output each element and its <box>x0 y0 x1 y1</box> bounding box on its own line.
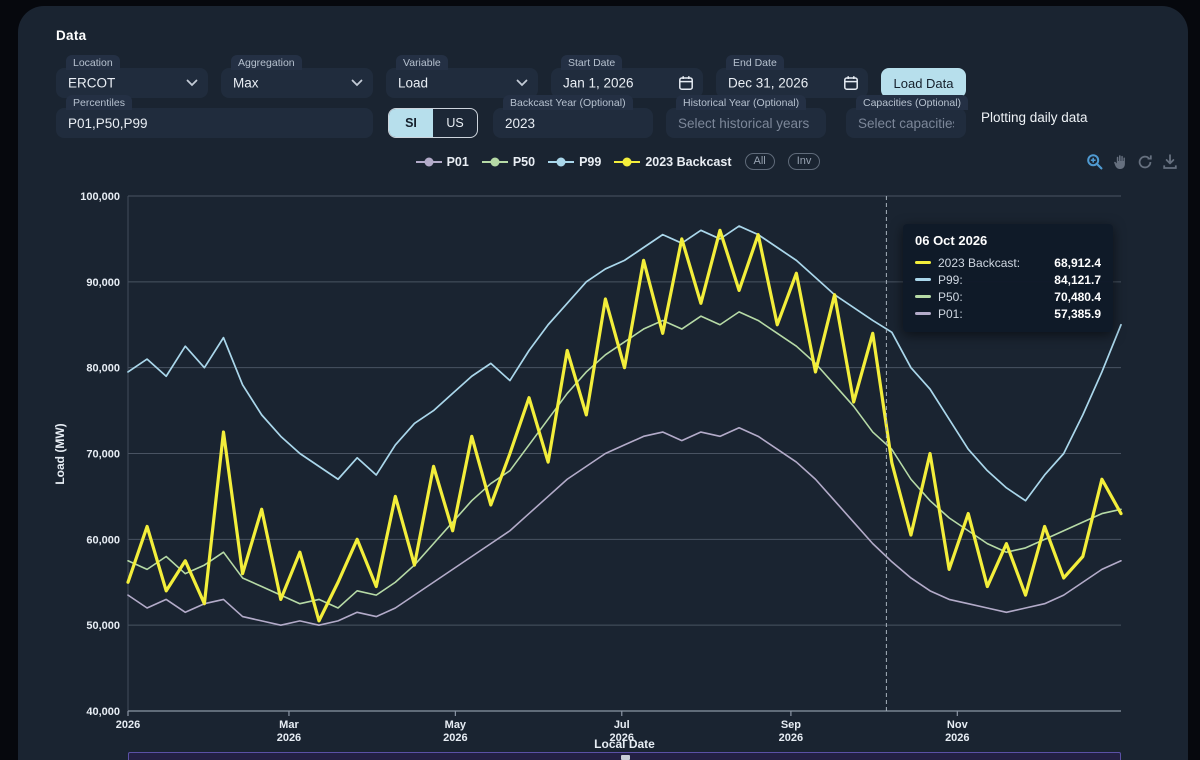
x-tick-label: 2026 <box>779 732 803 744</box>
tooltip-series-value: 57,385.9 <box>1054 307 1101 321</box>
y-tick-label: 70,000 <box>86 449 120 461</box>
tooltip-series-dash <box>915 312 931 315</box>
x-tick-label: Sep <box>781 719 801 731</box>
x-tick-label: Mar <box>279 719 299 731</box>
x-tick-label: 2026 <box>945 732 969 744</box>
tooltip-series-label: P01: <box>938 307 963 321</box>
range-slider-handle[interactable] <box>621 755 630 760</box>
tooltip-series-dash <box>915 278 931 281</box>
x-tick-label: Jul <box>614 719 630 731</box>
y-tick-label: 100,000 <box>80 191 120 203</box>
app-window: Data Location ERCOT Aggregation Max Vari… <box>0 0 1200 760</box>
tooltip-series-label: 2023 Backcast: <box>938 256 1020 270</box>
y-axis-title: Load (MW) <box>53 423 67 484</box>
chart-canvas[interactable]: 100,000 90,000 80,000 70,000 60,000 50,000 40,… <box>18 6 1200 760</box>
x-axis-title: Local Date <box>594 737 655 751</box>
tooltip-series-dash <box>915 261 931 264</box>
y-tick-label: 60,000 <box>86 534 120 546</box>
x-tick-label: Nov <box>947 719 969 731</box>
tooltip-series-label: P99: <box>938 273 963 287</box>
x-tick-label: May <box>445 719 467 731</box>
data-panel: Data Location ERCOT Aggregation Max Vari… <box>18 6 1188 760</box>
tooltip-row: 2023 Backcast: 68,912.4 <box>915 254 1101 271</box>
tooltip-series-value: 84,121.7 <box>1054 273 1101 287</box>
x-tick-label: 2026 <box>116 719 140 731</box>
tooltip-series-value: 68,912.4 <box>1054 256 1101 270</box>
tooltip-row: P99: 84,121.7 <box>915 271 1101 288</box>
x-tick-label: 2026 <box>443 732 467 744</box>
tooltip-date: 06 Oct 2026 <box>915 233 1101 248</box>
tooltip-series-label: P50: <box>938 290 963 304</box>
series-line-p50 <box>128 312 1121 608</box>
x-tick-label: 2026 <box>277 732 301 744</box>
y-tick-label: 90,000 <box>86 277 120 289</box>
y-tick-label: 80,000 <box>86 363 120 375</box>
tooltip-row: P01: 57,385.9 <box>915 305 1101 322</box>
y-tick-label: 40,000 <box>86 706 120 718</box>
tooltip-series-value: 70,480.4 <box>1054 290 1101 304</box>
x-range-slider[interactable] <box>128 752 1121 760</box>
chart-tooltip: 06 Oct 2026 2023 Backcast: 68,912.4 P99: 84… <box>903 224 1113 332</box>
tooltip-row: P50: 70,480.4 <box>915 288 1101 305</box>
y-tick-label: 50,000 <box>86 620 120 632</box>
tooltip-series-dash <box>915 295 931 298</box>
